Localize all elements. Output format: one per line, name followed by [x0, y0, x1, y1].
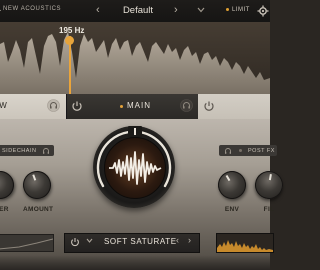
- knob-pointer: [32, 174, 36, 181]
- chevron-down-icon[interactable]: [197, 7, 205, 13]
- sidechain-label: SIDECHAIN: [2, 148, 37, 154]
- frequency-readout: 195 Hz: [59, 26, 85, 35]
- drive-knob-label: ER: [0, 206, 9, 213]
- frequency-marker-handle[interactable]: [65, 36, 74, 45]
- envelope-display: [216, 233, 274, 253]
- main-band-indicator: [120, 105, 123, 108]
- brand-name: NEW ACOUSTICS: [3, 6, 62, 13]
- brand-logo: NEW ACOUSTICS: [0, 6, 61, 12]
- amount-knob-label: AMOUNT: [23, 206, 54, 213]
- envelope-trace: [217, 240, 273, 252]
- algorithm-prev-button[interactable]: ‹: [176, 235, 179, 245]
- algorithm-name[interactable]: SOFT SATURATE: [104, 237, 177, 246]
- curve-display: [0, 234, 54, 252]
- limit-toggle[interactable]: LIMIT: [226, 7, 250, 13]
- scope-level-indicator: [128, 126, 142, 137]
- headphone-icon[interactable]: [41, 146, 51, 156]
- power-icon[interactable]: [202, 99, 216, 113]
- algorithm-next-button[interactable]: ›: [188, 235, 191, 245]
- gear-icon[interactable]: [257, 5, 269, 17]
- spectrum-analyzer[interactable]: [0, 22, 270, 94]
- preset-next-button[interactable]: ›: [174, 4, 178, 16]
- filter-knob-label: FIL: [263, 206, 275, 213]
- curve-trace: [0, 238, 54, 250]
- band-tab-main-label: MAIN: [127, 101, 151, 110]
- chevron-down-icon[interactable]: [86, 238, 93, 243]
- scope-level-bar: [134, 128, 136, 135]
- bottom-shade: [0, 255, 270, 270]
- headphone-icon[interactable]: [223, 146, 233, 156]
- brand-mark-icon: [0, 9, 1, 11]
- power-icon[interactable]: [69, 236, 81, 248]
- post-fx-label: POST FX: [248, 148, 275, 154]
- post-fx-indicator: [239, 149, 242, 152]
- knob-pointer: [269, 174, 272, 181]
- band-tab-low-label: OW: [0, 101, 8, 110]
- waveform-trace: [109, 151, 162, 185]
- headphone-icon[interactable]: [180, 99, 193, 112]
- limit-label: LIMIT: [232, 7, 250, 13]
- preset-name[interactable]: Default: [110, 5, 166, 16]
- preset-prev-button[interactable]: ‹: [96, 4, 100, 16]
- knob-pointer: [225, 175, 231, 182]
- waveform-display: [104, 137, 166, 199]
- env-knob-label: ENV: [224, 206, 240, 213]
- headphone-icon[interactable]: [47, 99, 60, 112]
- power-icon[interactable]: [70, 99, 84, 113]
- limit-indicator: [226, 7, 229, 11]
